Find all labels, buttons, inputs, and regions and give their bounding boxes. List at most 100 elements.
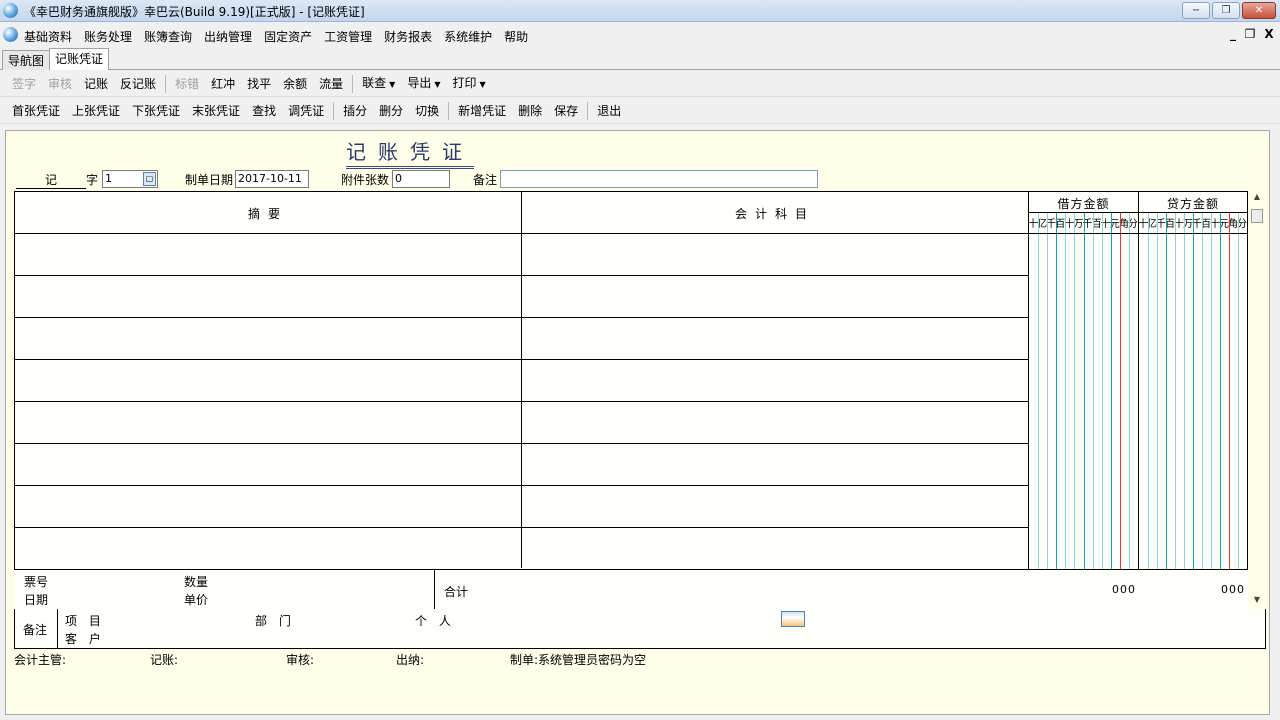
- spin-icon[interactable]: ▢: [143, 172, 156, 186]
- scroll-down-icon[interactable]: ▼: [1251, 595, 1263, 607]
- summary-cell[interactable]: [15, 276, 521, 317]
- summary-cell[interactable]: [15, 234, 521, 275]
- note-input[interactable]: [500, 170, 818, 188]
- chevron-down-icon: ▼: [389, 79, 396, 89]
- cashflow-button[interactable]: 流量: [313, 75, 349, 93]
- account-cell[interactable]: [522, 402, 1028, 443]
- red-reverse-button[interactable]: 红冲: [205, 75, 241, 93]
- toolbar-separator: [587, 101, 589, 120]
- menu-cashier[interactable]: 出纳管理: [204, 28, 252, 45]
- close-button[interactable]: ✕: [1242, 2, 1276, 19]
- customer-label[interactable]: 客 户: [65, 630, 105, 647]
- remark-label: 备注: [23, 623, 48, 637]
- unpost-button[interactable]: 反记账: [114, 75, 162, 93]
- minimize-button[interactable]: −: [1182, 2, 1210, 19]
- export-dropdown[interactable]: 导出 ▼: [401, 74, 446, 94]
- chevron-down-icon: ▼: [479, 79, 486, 89]
- remain-button[interactable]: 余额: [277, 75, 313, 93]
- balance-button[interactable]: 找平: [241, 75, 277, 93]
- review-button[interactable]: 审核: [42, 75, 78, 93]
- amount-header-bottom: [1029, 233, 1138, 234]
- tab-voucher[interactable]: 记账凭证: [49, 48, 110, 70]
- account-cell[interactable]: [522, 318, 1028, 359]
- window-title: 《幸巴财务通旗舰版》幸巴云(Build 9.19)[正式版] - [记账凭证]: [24, 5, 365, 19]
- menu-reports[interactable]: 财务报表: [384, 28, 432, 45]
- delete-button[interactable]: 删除: [512, 102, 548, 120]
- attach-input[interactable]: 0: [392, 170, 450, 188]
- digit-gridline: [1083, 213, 1085, 608]
- post-button[interactable]: 记账: [78, 75, 114, 93]
- summary-cell[interactable]: [15, 528, 521, 569]
- summary-header: 摘要: [247, 207, 288, 221]
- department-label[interactable]: 部 门: [255, 612, 295, 629]
- exit-button[interactable]: 退出: [591, 102, 627, 120]
- summary-cell[interactable]: [15, 318, 521, 359]
- insert-line-button[interactable]: 插分: [337, 102, 373, 120]
- last-voucher-button[interactable]: 末张凭证: [186, 102, 246, 120]
- load-voucher-button[interactable]: 调凭证: [282, 102, 330, 120]
- menu-system[interactable]: 系统维护: [444, 28, 492, 45]
- scroll-up-icon[interactable]: ▲: [1251, 192, 1263, 204]
- first-voucher-button[interactable]: 首张凭证: [6, 102, 66, 120]
- next-voucher-button[interactable]: 下张凭证: [126, 102, 186, 120]
- digit-gridline: [1101, 213, 1103, 608]
- sign-button[interactable]: 签字: [6, 75, 42, 93]
- delete-line-button[interactable]: 删分: [373, 102, 409, 120]
- menu-fixed-assets[interactable]: 固定资产: [264, 28, 312, 45]
- summary-cell[interactable]: [15, 444, 521, 485]
- column-divider: [1138, 192, 1139, 610]
- save-button[interactable]: 保存: [548, 102, 584, 120]
- account-cell[interactable]: [522, 360, 1028, 401]
- app-icon: [3, 3, 18, 18]
- menu-payroll[interactable]: 工资管理: [324, 28, 372, 45]
- remark-divider: [57, 609, 58, 649]
- switch-button[interactable]: 切换: [409, 102, 445, 120]
- account-cell[interactable]: [522, 486, 1028, 527]
- person-label[interactable]: 个 人: [415, 612, 455, 629]
- restore-button[interactable]: ❐: [1212, 2, 1240, 19]
- print-dropdown[interactable]: 打印 ▼: [446, 74, 491, 94]
- amount-header-bottom: [1139, 233, 1247, 234]
- mdi-close-button[interactable]: X: [1262, 27, 1276, 41]
- find-button[interactable]: 查找: [246, 102, 282, 120]
- summary-cell[interactable]: [15, 360, 521, 401]
- digit-gridline: [1065, 213, 1067, 608]
- tab-navigation[interactable]: 导航图: [2, 50, 51, 70]
- vertical-scrollbar[interactable]: ▲ ▼: [1250, 191, 1264, 609]
- total-label: 合计: [444, 585, 469, 599]
- flag-error-button[interactable]: 标错: [169, 75, 205, 93]
- query-label: 联查: [362, 75, 387, 90]
- summary-cell[interactable]: [15, 402, 521, 443]
- export-label: 导出: [407, 75, 432, 90]
- menu-help[interactable]: 帮助: [504, 28, 528, 45]
- project-label[interactable]: 项 目: [65, 612, 105, 629]
- mdi-minimize-button[interactable]: _: [1226, 27, 1240, 41]
- mdi-restore-button[interactable]: ❐: [1243, 27, 1257, 41]
- doc-icon[interactable]: [3, 27, 18, 42]
- digit-gridline: [1211, 213, 1212, 608]
- new-voucher-button[interactable]: 新增凭证: [452, 102, 512, 120]
- scroll-thumb[interactable]: [1251, 209, 1263, 223]
- toolbar-separator: [333, 101, 335, 120]
- menu-items: 基础资料 账务处理 账簿查询 出纳管理 固定资产 工资管理 财务报表 系统维护 …: [24, 28, 528, 45]
- print-label: 打印: [452, 75, 477, 90]
- date-input[interactable]: 2017-10-11: [235, 170, 309, 188]
- menu-account-processing[interactable]: 账务处理: [84, 28, 132, 45]
- calendar-icon[interactable]: [781, 611, 805, 627]
- account-cell[interactable]: [522, 528, 1028, 569]
- account-cell[interactable]: [522, 276, 1028, 317]
- query-dropdown[interactable]: 联查 ▼: [356, 74, 401, 94]
- reviewer-label: 审核:: [286, 653, 315, 667]
- account-cell[interactable]: [522, 444, 1028, 485]
- voucher-type[interactable]: 记: [16, 171, 86, 189]
- cashier-label: 出纳:: [396, 653, 425, 667]
- zi-label: 字: [86, 173, 99, 187]
- digit-gridline: [1038, 213, 1040, 608]
- menu-ledger-query[interactable]: 账簿查询: [144, 28, 192, 45]
- digit-gridline: [1175, 213, 1176, 608]
- menu-basic-data[interactable]: 基础资料: [24, 28, 72, 45]
- summary-cell[interactable]: [15, 486, 521, 527]
- voucher-number-input[interactable]: 1 ▢: [102, 170, 158, 188]
- account-cell[interactable]: [522, 234, 1028, 275]
- prev-voucher-button[interactable]: 上张凭证: [66, 102, 126, 120]
